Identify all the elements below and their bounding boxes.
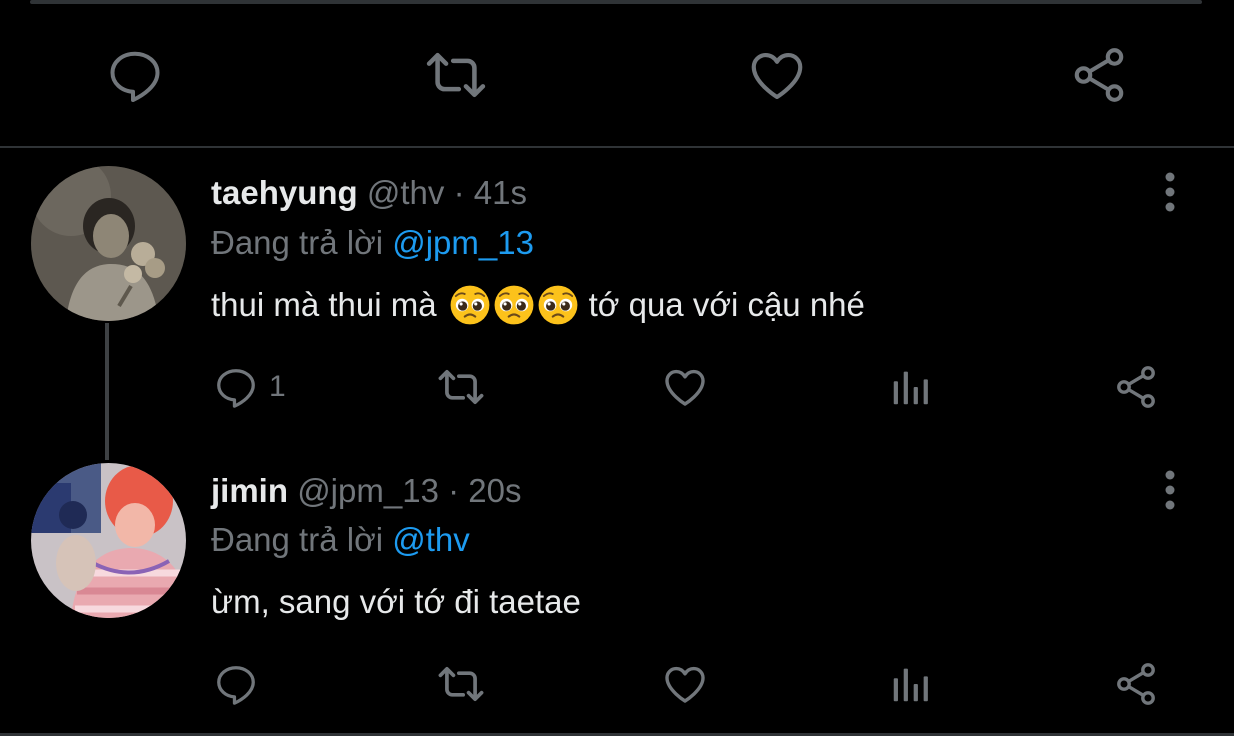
mention-link[interactable]: @jpm_13 — [392, 224, 534, 261]
analytics-icon — [893, 371, 928, 405]
tweet-text: thui mà thui mà tớ qua với cậu nhé — [211, 283, 865, 327]
user-handle[interactable]: @thv — [367, 174, 445, 211]
retweet-button[interactable] — [435, 659, 487, 709]
tweet-text-part: thui mà thui mà — [211, 286, 437, 323]
main-tweet-action-bar — [0, 40, 1234, 110]
analytics-icon — [893, 668, 928, 702]
replying-to-line: Đang trả lời @jpm_13 — [211, 223, 534, 263]
reply-button[interactable] — [213, 659, 259, 709]
replying-to-label: Đang trả lời — [211, 521, 384, 558]
retweet-button[interactable] — [421, 40, 491, 110]
tweet-text-part: ừm, sang với tớ đi taetae — [211, 583, 581, 620]
retweet-icon — [438, 369, 484, 405]
retweet-icon — [426, 52, 486, 98]
retweet-button[interactable] — [435, 362, 487, 412]
like-icon — [751, 53, 803, 100]
more-vertical-icon — [1165, 470, 1175, 510]
share-icon — [1117, 366, 1155, 408]
analytics-button[interactable] — [888, 362, 934, 412]
more-options-button[interactable] — [1150, 465, 1190, 515]
tweet-text: ừm, sang với tớ đi taetae — [211, 580, 581, 624]
separator-dot: · — [453, 174, 465, 211]
more-options-button[interactable] — [1150, 167, 1190, 217]
display-name[interactable]: taehyung — [211, 174, 358, 211]
like-icon — [665, 369, 705, 406]
reply-button[interactable]: 1 — [213, 362, 286, 412]
like-button[interactable] — [742, 40, 812, 110]
reply-icon — [110, 51, 160, 102]
avatar[interactable] — [31, 463, 186, 618]
like-button[interactable] — [661, 659, 709, 709]
thread-connector-line — [105, 323, 109, 460]
reply-button[interactable] — [100, 40, 170, 110]
more-vertical-icon — [1165, 172, 1175, 212]
avatar[interactable] — [31, 166, 186, 321]
emoji-group — [449, 284, 579, 326]
mention-link[interactable]: @thv — [392, 521, 470, 558]
replying-to-line: Đang trả lời @thv — [211, 520, 470, 560]
user-handle[interactable]: @jpm_13 — [297, 472, 439, 509]
pleading-face-emoji — [450, 285, 490, 325]
display-name[interactable]: jimin — [211, 472, 288, 509]
share-button[interactable] — [1064, 40, 1134, 110]
reply-icon — [217, 369, 255, 408]
retweet-icon — [438, 666, 484, 702]
timestamp[interactable]: 20s — [468, 472, 521, 509]
share-icon — [1117, 663, 1155, 705]
top-divider — [30, 0, 1202, 4]
tweet-header: jimin @jpm_13 · 20s — [211, 471, 521, 511]
pleading-face-emoji — [494, 285, 534, 325]
share-button[interactable] — [1112, 362, 1160, 412]
tweet-text-part: tớ qua với cậu nhé — [588, 286, 865, 323]
reply-count: 1 — [269, 370, 286, 403]
replying-to-label: Đang trả lời — [211, 224, 384, 261]
pleading-face-emoji — [538, 285, 578, 325]
like-icon — [665, 666, 705, 703]
analytics-button[interactable] — [888, 659, 934, 709]
section-divider — [0, 146, 1234, 148]
like-button[interactable] — [661, 362, 709, 412]
separator-dot: · — [448, 472, 460, 509]
share-button[interactable] — [1112, 659, 1160, 709]
share-icon — [1074, 48, 1124, 102]
reply-icon — [217, 666, 255, 705]
tweet-header: taehyung @thv · 41s — [211, 173, 527, 213]
timestamp[interactable]: 41s — [474, 174, 527, 211]
